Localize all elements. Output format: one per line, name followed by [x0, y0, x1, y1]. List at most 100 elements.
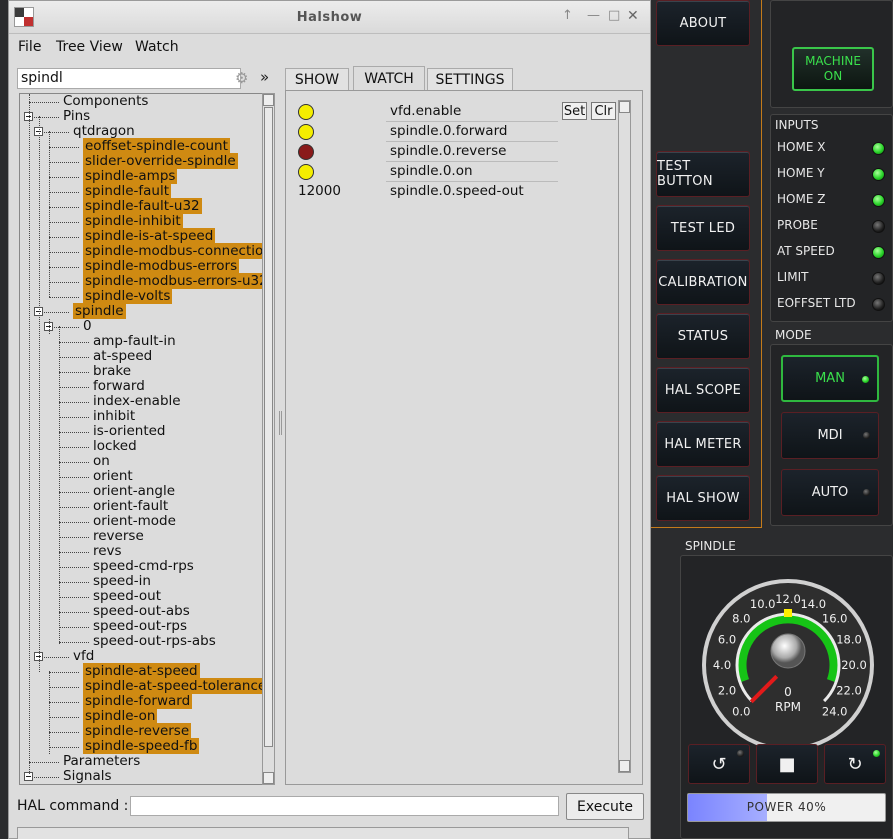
tree-node[interactable]: orient-mode — [93, 514, 176, 529]
hal-command-input[interactable] — [130, 796, 559, 816]
tree-guide-line — [49, 671, 50, 754]
tree-node[interactable]: eoffset-spindle-count — [83, 138, 230, 154]
scroll-up-arrow[interactable] — [263, 94, 274, 106]
side-button-hal-show[interactable]: HAL SHOW — [656, 475, 750, 521]
side-button-about[interactable]: ABOUT — [656, 0, 750, 46]
gear-icon[interactable]: ⚙ — [235, 69, 248, 87]
collapse-panel-icon[interactable]: » — [260, 68, 269, 86]
tab-show[interactable]: SHOW — [285, 68, 349, 90]
tree-node[interactable]: inhibit — [93, 409, 135, 424]
tree-node[interactable]: orient-fault — [93, 499, 168, 514]
side-button-hal-scope[interactable]: HAL SCOPE — [656, 367, 750, 413]
input-label: PROBE — [777, 218, 818, 232]
tree-node[interactable]: spindle-modbus-errors-u32 — [83, 273, 270, 289]
tree-node[interactable]: speed-cmd-rps — [93, 559, 194, 574]
tree-node[interactable]: spindle-speed-fb — [83, 738, 200, 754]
rotate-ccw-button[interactable]: ↺ — [688, 744, 750, 784]
tree-node[interactable]: spindle-modbus-connection — [83, 243, 271, 259]
tree-node[interactable]: 0 — [83, 319, 92, 334]
maximize-icon[interactable]: □ — [608, 8, 620, 23]
scroll-down-arrow[interactable] — [263, 772, 274, 784]
window-titlebar[interactable]: Halshow ↑ — □ ✕ — [9, 1, 650, 34]
tree-node[interactable]: speed-out-rps-abs — [93, 634, 216, 649]
tree-node[interactable]: spindle-modbus-errors — [83, 258, 240, 274]
tree-node[interactable]: reverse — [93, 529, 144, 544]
side-button-calibration[interactable]: CALIBRATION — [656, 259, 750, 305]
watch-clear-button[interactable]: Clr — [591, 102, 616, 120]
minimize-icon[interactable]: — — [587, 8, 600, 23]
tree-node[interactable]: forward — [93, 379, 145, 394]
tree-node[interactable]: Components — [63, 94, 148, 109]
tree-node[interactable]: amp-fault-in — [93, 334, 176, 349]
pane-splitter-handle[interactable] — [279, 411, 282, 435]
scroll-up-arrow[interactable] — [619, 101, 630, 113]
side-button-status[interactable]: STATUS — [656, 313, 750, 359]
tab-settings[interactable]: SETTINGS — [427, 68, 513, 90]
tree-node[interactable]: spindle-fault — [83, 183, 172, 199]
rotate-cw-button[interactable]: ↻ — [824, 744, 886, 784]
mode-button-mdi[interactable]: MDI — [781, 412, 879, 459]
tree-node[interactable]: speed-in — [93, 574, 151, 589]
tree-node[interactable]: is-oriented — [93, 424, 166, 439]
gauge-tick-label: 22.0 — [836, 683, 862, 697]
tree-node[interactable]: revs — [93, 544, 122, 559]
tree-search-input[interactable]: spindl — [17, 68, 241, 89]
tree-node-label: locked — [93, 438, 137, 454]
tree-node[interactable]: spindle-volts — [83, 288, 173, 304]
tree-node[interactable]: spindle-at-speed-tolerance — [83, 678, 269, 694]
menu-tree-view[interactable]: Tree View — [56, 39, 123, 55]
tree-node[interactable]: spindle-on — [83, 708, 158, 724]
gauge-tick-label: 2.0 — [718, 683, 736, 697]
tree-node[interactable]: orient-angle — [93, 484, 175, 499]
scroll-thumb[interactable] — [264, 107, 273, 747]
tree-node[interactable]: brake — [93, 364, 131, 379]
tree-node[interactable]: at-speed — [93, 349, 152, 364]
menu-file[interactable]: File — [18, 39, 41, 55]
tree-node[interactable]: speed-out-rps — [93, 619, 187, 634]
tree-node[interactable]: spindle — [73, 303, 126, 319]
tree-node[interactable]: speed-out-abs — [93, 604, 190, 619]
tab-watch[interactable]: WATCH — [353, 66, 425, 91]
tree-node[interactable]: orient — [93, 469, 133, 484]
execute-button[interactable]: Execute — [566, 793, 644, 820]
status-led-icon — [872, 220, 885, 233]
tree-node[interactable]: spindle-fault-u32 — [83, 198, 202, 214]
side-button-test-button[interactable]: TEST BUTTON — [656, 151, 750, 197]
gauge-tick-label: 10.0 — [750, 597, 776, 611]
stop-button[interactable]: ■ — [756, 744, 818, 784]
tree-node-label: orient-angle — [93, 483, 176, 499]
tree-node[interactable]: speed-out — [93, 589, 161, 604]
tree-node[interactable]: spindle-forward — [83, 693, 193, 709]
keep-above-icon[interactable]: ↑ — [562, 8, 573, 23]
tree-node[interactable]: spindle-reverse — [83, 723, 192, 739]
watch-scrollbar[interactable] — [618, 100, 631, 773]
tree-node[interactable]: Pins — [63, 109, 90, 124]
tree-node-label: spindle-forward — [83, 693, 193, 709]
tree-node[interactable]: Parameters — [63, 754, 140, 769]
mode-button-man[interactable]: MAN — [781, 355, 879, 402]
scroll-down-arrow[interactable] — [619, 760, 630, 772]
machine-on-button[interactable]: MACHINE ON — [792, 47, 874, 91]
tree-node[interactable]: qtdragon — [73, 124, 135, 139]
tree-node[interactable]: spindle-is-at-speed — [83, 228, 216, 244]
tree-scrollbar[interactable] — [262, 93, 275, 785]
tree-node[interactable]: Signals — [63, 769, 112, 784]
tree-node[interactable]: slider-override-spindle — [83, 153, 238, 169]
tree-node[interactable]: on — [93, 454, 110, 469]
watch-pin-name: spindle.0.forward — [390, 123, 508, 139]
close-icon[interactable]: ✕ — [627, 8, 639, 24]
tree-node[interactable]: vfd — [73, 649, 94, 664]
tree-node[interactable]: spindle-amps — [83, 168, 178, 184]
mode-button-auto[interactable]: AUTO — [781, 469, 879, 516]
side-button-hal-meter[interactable]: HAL METER — [656, 421, 750, 467]
tree-node[interactable]: locked — [93, 439, 137, 454]
input-row-home-z: HOME Z — [777, 192, 889, 210]
side-button-test-led[interactable]: TEST LED — [656, 205, 750, 251]
input-row-limit: LIMIT — [777, 270, 889, 288]
tree-node[interactable]: spindle-inhibit — [83, 213, 183, 229]
menu-watch[interactable]: Watch — [135, 39, 179, 55]
tree-connector — [49, 747, 79, 748]
tree-node[interactable]: index-enable — [93, 394, 181, 409]
tree-node[interactable]: spindle-at-speed — [83, 663, 200, 679]
watch-set-button[interactable]: Set — [562, 102, 587, 120]
